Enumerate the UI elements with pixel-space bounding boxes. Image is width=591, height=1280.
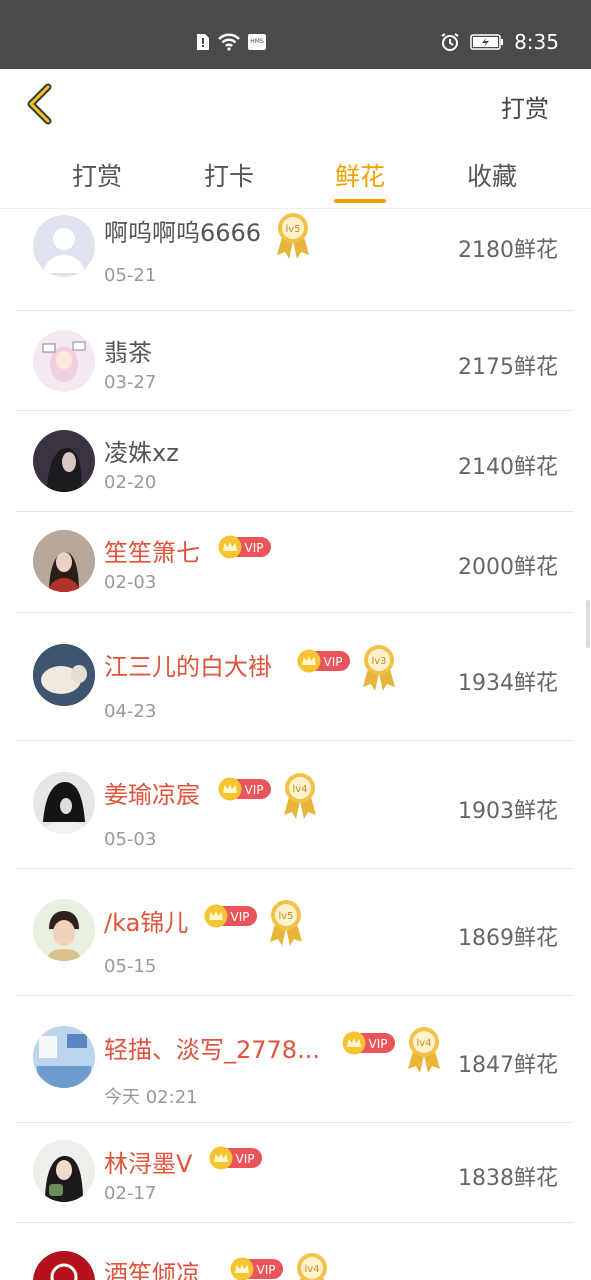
flower-count: 1903鲜花	[458, 799, 558, 824]
svg-text:lv4: lv4	[416, 1038, 431, 1049]
list-item[interactable]: 江三儿的白大褂 VIP lv3 04-23 1934鲜花	[16, 613, 574, 741]
status-icons: HMS	[196, 33, 266, 51]
svg-text:lv3: lv3	[371, 656, 386, 667]
avatar	[33, 430, 95, 492]
tab-bar: 打赏 打卡 鲜花 收藏	[0, 139, 591, 209]
flower-count: 1838鲜花	[458, 1166, 558, 1191]
reward-action-button[interactable]: 打赏	[501, 89, 549, 124]
reward-date: 05-15	[104, 956, 157, 977]
reward-date: 今天 02:21	[104, 1087, 198, 1108]
svg-text:VIP: VIP	[369, 1037, 388, 1051]
avatar	[33, 1251, 95, 1280]
flower-count: 2000鲜花	[458, 555, 558, 580]
tab-reward[interactable]: 打赏	[72, 157, 122, 193]
reward-date: 05-21	[104, 265, 157, 286]
scrollbar-thumb[interactable]	[586, 600, 590, 648]
list-item[interactable]: 啊呜啊呜6666 lv5 05-21 2180鲜花	[16, 209, 574, 311]
svg-text:VIP: VIP	[324, 655, 343, 669]
svg-text:VIP: VIP	[236, 1152, 255, 1166]
list-item[interactable]: 翡茶 03-27 2175鲜花	[16, 311, 574, 411]
level-medal-icon: lv4	[297, 1253, 327, 1280]
vip-badge: VIP	[342, 1031, 395, 1055]
flower-count: 2175鲜花	[458, 355, 558, 380]
avatar	[33, 215, 95, 277]
list-item[interactable]: 凌姝xz 02-20 2140鲜花	[16, 411, 574, 512]
list-item[interactable]: 笙笙箫七 VIP 02-03 2000鲜花	[16, 512, 574, 613]
user-name: 酒笙倾凉	[104, 1260, 200, 1280]
back-chevron-icon[interactable]	[20, 83, 60, 125]
status-bar: HMS 8:35	[0, 0, 591, 69]
level-medal-icon: lv4	[284, 773, 316, 819]
svg-text:VIP: VIP	[257, 1263, 276, 1277]
reward-date: 03-27	[104, 372, 157, 393]
battery-icon	[470, 34, 504, 50]
reward-date: 02-20	[104, 472, 157, 493]
tab-checkin[interactable]: 打卡	[204, 157, 254, 193]
user-name: 啊呜啊呜6666	[104, 219, 262, 247]
avatar	[33, 1026, 95, 1088]
user-name: 翡茶	[104, 339, 152, 367]
hms-icon: HMS	[248, 34, 266, 50]
avatar	[33, 1140, 95, 1202]
svg-text:lv5: lv5	[278, 911, 293, 922]
avatar	[33, 899, 95, 961]
avatar	[33, 330, 95, 392]
level-medal-icon: lv4	[408, 1027, 440, 1073]
vip-badge: VIP	[297, 649, 350, 673]
vip-badge: VIP	[209, 1146, 262, 1170]
alarm-icon	[441, 33, 459, 51]
user-name: 轻描、淡写_2778...	[104, 1036, 320, 1064]
status-right: 8:35	[440, 30, 559, 54]
flower-count: 2140鲜花	[458, 455, 558, 480]
list-item[interactable]: /ka锦儿 VIP lv5 05-15 1869鲜花	[16, 869, 574, 996]
svg-text:VIP: VIP	[245, 783, 264, 797]
tab-active-indicator	[334, 199, 386, 203]
reward-date: 02-03	[104, 572, 157, 593]
avatar	[33, 530, 95, 592]
user-name: 江三儿的白大褂	[104, 653, 272, 681]
vip-badge: VIP	[230, 1257, 283, 1280]
tab-favorites[interactable]: 收藏	[467, 157, 517, 193]
svg-text:lv4: lv4	[304, 1264, 319, 1275]
list-item[interactable]: 姜瑜凉宸 VIP lv4 05-03 1903鲜花	[16, 741, 574, 869]
list-item[interactable]: 酒笙倾凉 VIP lv4	[16, 1223, 574, 1280]
svg-text:VIP: VIP	[231, 910, 250, 924]
flower-ranking-list: 啊呜啊呜6666 lv5 05-21 2180鲜花 翡茶 03-27 2175鲜…	[0, 209, 591, 1280]
user-name: 林浔墨V	[104, 1150, 193, 1178]
avatar	[33, 644, 95, 706]
svg-text:VIP: VIP	[245, 541, 264, 555]
user-name: 凌姝xz	[104, 439, 179, 467]
vip-badge: VIP	[218, 535, 271, 559]
reward-date: 04-23	[104, 701, 157, 722]
status-time: 8:35	[514, 30, 559, 54]
header: 打赏	[0, 69, 591, 139]
sim-alert-icon	[197, 34, 209, 50]
vip-badge: VIP	[218, 777, 271, 801]
level-medal-icon: lv5	[270, 900, 302, 946]
flower-count: 1847鲜花	[458, 1053, 558, 1078]
flower-count: 1869鲜花	[458, 926, 558, 951]
reward-date: 05-03	[104, 829, 157, 850]
vip-badge: VIP	[204, 904, 257, 928]
tab-flowers[interactable]: 鲜花	[335, 157, 385, 193]
list-item[interactable]: 轻描、淡写_2778... VIP lv4 今天 02:21 1847鲜花	[16, 996, 574, 1123]
flower-count: 1934鲜花	[458, 671, 558, 696]
level-medal-icon: lv5	[277, 213, 309, 259]
user-name: 姜瑜凉宸	[104, 781, 200, 809]
reward-date: 02-17	[104, 1183, 157, 1204]
svg-text:lv5: lv5	[285, 224, 300, 235]
user-name: /ka锦儿	[104, 909, 189, 937]
user-name: 笙笙箫七	[104, 539, 200, 567]
level-medal-icon: lv3	[363, 645, 395, 691]
flower-count: 2180鲜花	[458, 238, 558, 263]
wifi-icon	[218, 33, 240, 51]
list-item[interactable]: 林浔墨V VIP 02-17 1838鲜花	[16, 1123, 574, 1223]
avatar	[33, 772, 95, 834]
svg-text:lv4: lv4	[292, 784, 307, 795]
